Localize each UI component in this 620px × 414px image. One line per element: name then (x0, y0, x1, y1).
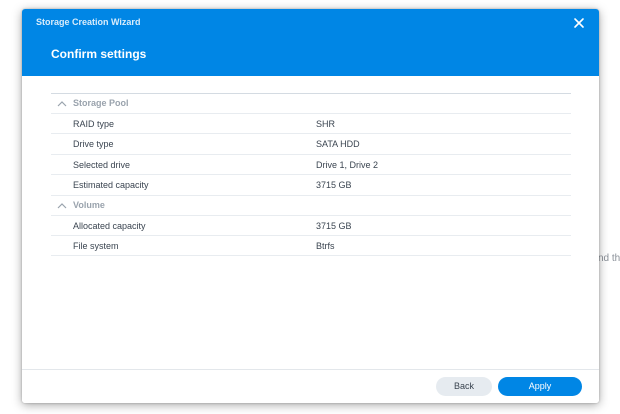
setting-label: Drive type (73, 139, 114, 150)
window-title: Storage Creation Wizard (36, 17, 141, 27)
setting-label: Estimated capacity (73, 180, 149, 191)
setting-label: Allocated capacity (73, 220, 146, 231)
setting-value: SHR (316, 119, 336, 129)
settings-row-raid-type: RAID type SHR (51, 114, 571, 135)
settings-summary: Storage Pool RAID type SHR Drive type SA… (51, 93, 571, 257)
settings-row-drive-type: Drive type SATA HDD (51, 134, 571, 155)
setting-value: 3715 GB (316, 180, 352, 191)
dialog-footer: Back Apply (22, 369, 599, 403)
section-header-storage-pool[interactable]: Storage Pool (51, 94, 571, 114)
settings-row-allocated-capacity: Allocated capacity 3715 GB (51, 216, 571, 236)
setting-label: RAID type (73, 119, 115, 129)
storage-creation-wizard-dialog: Storage Creation Wizard Confirm settings… (22, 9, 599, 403)
section-title: Volume (73, 199, 105, 210)
section-header-volume[interactable]: Volume (51, 196, 571, 216)
setting-label: Selected drive (73, 159, 131, 170)
chevron-up-icon (57, 101, 67, 107)
section-title: Storage Pool (73, 98, 129, 108)
close-icon (574, 18, 584, 28)
step-title: Confirm settings (51, 47, 147, 61)
close-button[interactable] (570, 14, 588, 32)
background-partial-text: nd th (598, 253, 620, 264)
setting-value: 3715 GB (316, 220, 352, 231)
settings-row-estimated-capacity: Estimated capacity 3715 GB (51, 175, 571, 196)
settings-row-selected-drive: Selected drive Drive 1, Drive 2 (51, 155, 571, 176)
setting-value: Btrfs (316, 240, 335, 251)
apply-button[interactable]: Apply (498, 377, 582, 396)
settings-row-file-system: File system Btrfs (51, 236, 571, 257)
setting-value: SATA HDD (316, 139, 360, 150)
dialog-header: Storage Creation Wizard Confirm settings (22, 9, 599, 76)
chevron-up-icon (57, 202, 67, 208)
setting-value: Drive 1, Drive 2 (316, 159, 379, 170)
back-button[interactable]: Back (436, 377, 492, 396)
setting-label: File system (73, 240, 119, 251)
